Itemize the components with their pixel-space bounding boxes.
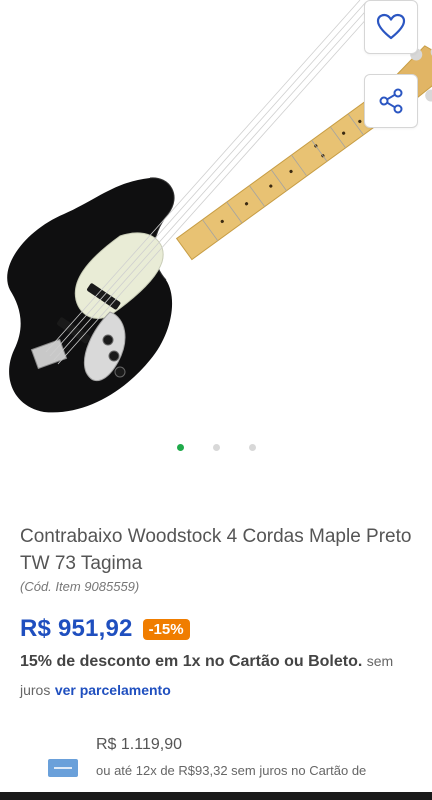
installments-link[interactable]: ver parcelamento (55, 682, 171, 698)
bottom-bar (0, 792, 432, 800)
share-icon (379, 88, 403, 114)
carousel-dot-1[interactable] (176, 444, 184, 451)
product-price: R$ 951,92 (20, 615, 133, 642)
heart-icon (376, 13, 406, 40)
product-image[interactable] (0, 0, 432, 430)
carousel-dot-3[interactable] (248, 444, 256, 451)
price-row: R$ 951,92 -15% (20, 615, 190, 643)
product-code: (Cód. Item 9085559) (20, 579, 140, 594)
full-price: R$ 1.119,90 (96, 736, 182, 753)
carousel-dots (0, 444, 432, 451)
discount-description: 15% de desconto em 1x no Cartão ou Bolet… (20, 647, 420, 705)
product-title: Contrabaixo Woodstock 4 Cordas Maple Pre… (20, 526, 412, 574)
favorite-button[interactable] (364, 0, 418, 54)
product-gallery[interactable] (0, 0, 432, 470)
credit-card-icon (48, 759, 78, 777)
discount-badge: -15% (142, 618, 190, 640)
share-button[interactable] (364, 74, 418, 128)
discount-text: 15% de desconto em 1x no Cartão ou Bolet… (20, 653, 363, 670)
carousel-dot-2[interactable] (212, 444, 220, 451)
installment-text: ou até 12x de R$93,32 sem juros no Cartã… (96, 763, 367, 778)
